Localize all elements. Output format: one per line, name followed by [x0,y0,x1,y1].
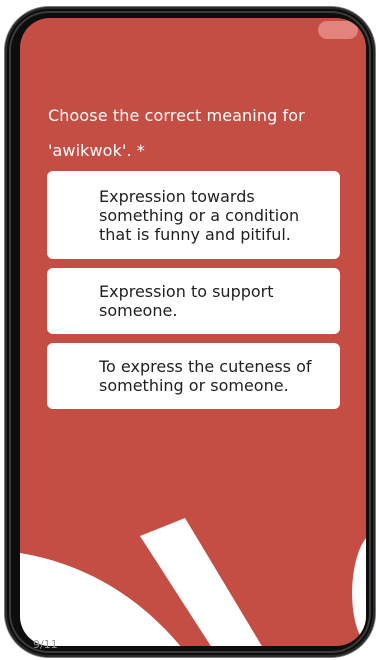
answer-option-1[interactable]: Expression towards something or a condit… [47,171,340,259]
question-text: Choose the correct meaning for 'awikwok'… [48,106,305,160]
answer-option-label: Expression to support someone. [99,282,274,320]
progress-indicator: 9/11 [33,638,58,651]
answer-option-label: To express the cuteness of something or … [99,357,312,395]
top-menu-pill[interactable] [318,21,358,39]
quiz-screen: Choose the correct meaning for 'awikwok'… [20,18,366,646]
answer-option-label: Expression towards something or a condit… [99,186,300,244]
answer-option-2[interactable]: Expression to support someone. [47,268,340,334]
answer-option-3[interactable]: To express the cuteness of something or … [47,343,340,409]
